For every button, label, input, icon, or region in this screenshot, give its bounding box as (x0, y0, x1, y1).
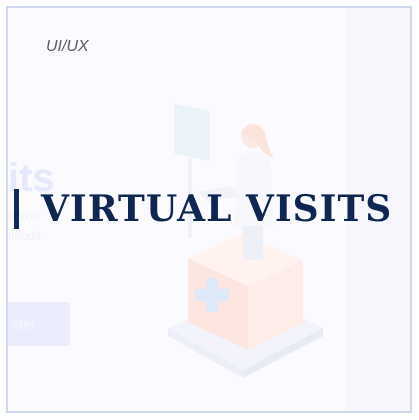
portfolio-card[interactable]: its p you ifficult ster UI/UX VIRTUAL VI… (0, 0, 419, 420)
monitor-screen (174, 103, 210, 162)
card-title-block: VIRTUAL VISITS (14, 186, 392, 232)
doctor-at-medical-kiosk-illustration (168, 103, 323, 378)
title-accent-bar (14, 189, 19, 229)
faded-register-button: ster (8, 302, 70, 346)
category-label: UI/UX (46, 38, 89, 55)
card-title: VIRTUAL VISITS (41, 188, 393, 230)
